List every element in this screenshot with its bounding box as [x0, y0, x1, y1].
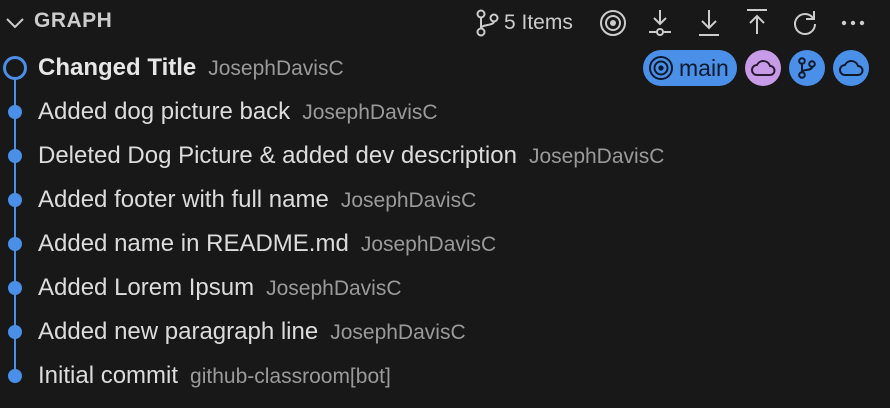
commit-message: Added new paragraph line JosephDavisC [38, 318, 466, 345]
branch-label: main [679, 54, 729, 81]
commit-message: Added footer with full name JosephDavisC [38, 186, 477, 213]
commit-node [8, 369, 22, 383]
commit-row[interactable]: Added name in README.md JosephDavisC [0, 222, 890, 266]
pull-button[interactable] [694, 8, 724, 38]
remote-badge-origin[interactable] [832, 50, 869, 86]
target-icon [649, 56, 673, 80]
branch-icon [798, 57, 816, 79]
branch-badge[interactable] [788, 50, 825, 86]
cloud-icon [750, 60, 776, 76]
commit-row[interactable]: Deleted Dog Picture & added dev descript… [0, 134, 890, 178]
chevron-down-icon[interactable] [4, 12, 26, 34]
commit-author: JosephDavisC [360, 233, 497, 256]
push-button[interactable] [742, 8, 772, 38]
commit-node [8, 325, 22, 339]
commit-author: JosephDavisC [302, 101, 438, 124]
commit-message: Changed Title JosephDavisC [38, 54, 344, 81]
commit-row[interactable]: Added Lorem Ipsum JosephDavisC [0, 266, 890, 310]
commit-node [8, 237, 22, 251]
commit-author: JosephDavisC [208, 57, 344, 80]
commit-author: JosephDavisC [266, 277, 402, 300]
commit-message: Added Lorem Ipsum JosephDavisC [38, 274, 402, 301]
commit-author: JosephDavisC [330, 321, 466, 344]
graph-header: GRAPH 5 Items [0, 0, 890, 46]
commit-message: Added dog picture back JosephDavisC [38, 98, 438, 125]
head-commit-node [3, 56, 27, 80]
commit-row[interactable]: Added footer with full name JosephDavisC [0, 178, 890, 222]
more-actions-button[interactable] [838, 8, 868, 38]
branch-badge-main[interactable]: main [643, 50, 737, 86]
pull-icon [699, 10, 719, 36]
ref-badges: main [643, 49, 869, 87]
commit-message: Initial commit github-classroom[bot] [38, 362, 391, 389]
go-to-current-button[interactable] [598, 8, 628, 38]
commit-row[interactable]: Initial commit github-classroom[bot] [0, 354, 890, 398]
target-icon [600, 10, 626, 36]
fetch-icon [649, 10, 671, 36]
commit-node [8, 193, 22, 207]
refresh-button[interactable] [790, 8, 820, 38]
items-count-group[interactable]: 5 Items [474, 6, 573, 40]
commit-message: Deleted Dog Picture & added dev descript… [38, 142, 665, 169]
commit-row-head[interactable]: Changed Title JosephDavisC main [0, 46, 890, 90]
commit-row[interactable]: Added dog picture back JosephDavisC [0, 90, 890, 134]
refresh-icon [794, 11, 816, 35]
more-actions-icon [841, 20, 865, 26]
items-count: 5 Items [504, 11, 573, 34]
cloud-icon [838, 60, 864, 76]
remote-badge[interactable] [744, 50, 781, 86]
commit-row[interactable]: Added new paragraph line JosephDavisC [0, 310, 890, 354]
commit-author: JosephDavisC [528, 145, 665, 168]
commit-node [8, 281, 22, 295]
commit-author: JosephDavisC [340, 189, 477, 212]
commit-message: Added name in README.md JosephDavisC [38, 230, 497, 257]
source-control-icon [476, 9, 499, 37]
commit-author: github-classroom[bot] [190, 365, 391, 388]
panel-title: GRAPH [34, 9, 113, 32]
fetch-button[interactable] [645, 8, 675, 38]
commit-node [8, 149, 22, 163]
commit-node [8, 105, 22, 119]
push-icon [747, 9, 767, 34]
